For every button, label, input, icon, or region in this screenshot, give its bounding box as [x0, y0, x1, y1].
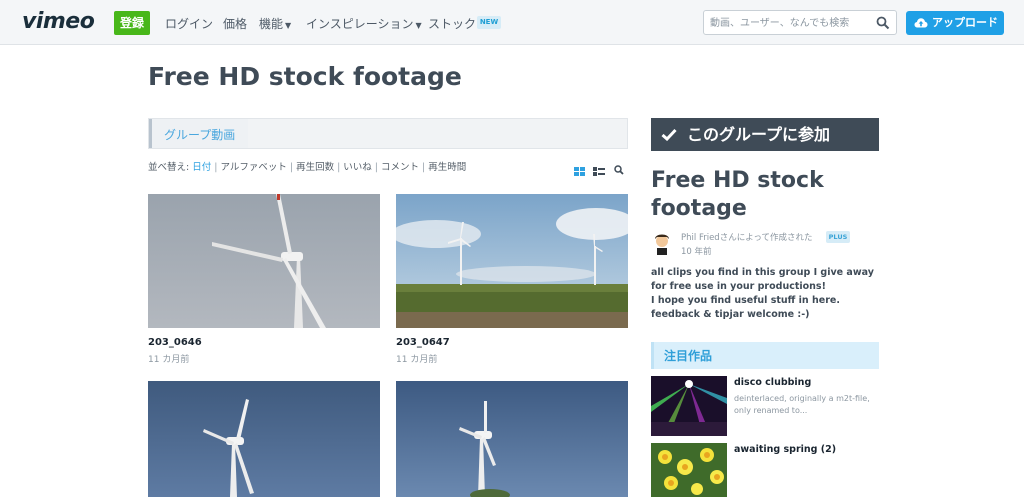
group-description: all clips you find in this group I give … — [651, 267, 874, 320]
join-group-button[interactable]: このグループに参加 — [651, 118, 879, 151]
creator-text[interactable]: Phil Friedさんによって作成された — [681, 231, 813, 243]
nav-pricing[interactable]: 価格 — [223, 15, 247, 32]
disco-lights-image — [651, 376, 727, 436]
page-title: Free HD stock footage — [148, 62, 462, 91]
new-badge: NEW — [477, 16, 501, 29]
plus-badge: PLUS — [826, 231, 850, 243]
clip-title[interactable]: 203_0646 — [148, 337, 202, 348]
join-button[interactable]: 登録 — [114, 11, 150, 35]
clip-thumbnail[interactable] — [396, 381, 628, 497]
search-icon[interactable] — [876, 16, 890, 30]
vimeo-logo[interactable]: vimeo — [22, 9, 95, 34]
checkmark-icon — [661, 128, 677, 141]
nav-inspiration[interactable]: インスピレーション ▼ — [306, 15, 422, 32]
wind-turbine-image — [148, 381, 380, 497]
clip-thumbnail[interactable] — [396, 194, 628, 328]
sort-alphabet[interactable]: アルファベット — [220, 162, 286, 173]
tab-group-videos[interactable]: グループ動画 — [149, 119, 248, 148]
cloud-upload-icon — [914, 18, 928, 28]
clip-age: 11 カ月前 — [148, 355, 190, 365]
search-box[interactable] — [703, 10, 897, 35]
chevron-down-icon: ▼ — [415, 21, 422, 30]
grid-view-icon[interactable] — [574, 167, 585, 176]
featured-works-header: 注目作品 — [651, 342, 879, 369]
featured-title[interactable]: disco clubbing — [734, 377, 811, 388]
chevron-down-icon: ▼ — [285, 21, 292, 30]
detail-view-icon[interactable] — [593, 167, 605, 176]
creator-avatar[interactable] — [651, 231, 673, 255]
upload-button[interactable]: アップロード — [906, 11, 1004, 35]
sort-plays[interactable]: 再生回数 — [296, 162, 334, 173]
nav-features[interactable]: 機能 ▼ — [259, 15, 291, 32]
sort-likes[interactable]: いいね — [343, 162, 372, 173]
group-title: Free HD stock footage — [651, 168, 824, 221]
wind-turbine-image — [148, 194, 380, 328]
search-icon[interactable] — [614, 165, 624, 175]
sort-prefix: 並べ替え: — [148, 162, 190, 173]
clip-thumbnail[interactable] — [148, 194, 380, 328]
featured-description: deinterlaced, originally a m2t-file, onl… — [734, 394, 870, 415]
nav-login[interactable]: ログイン — [165, 15, 213, 32]
sort-options: 並べ替え: 日付 | アルファベット | 再生回数 | いいね | コメント | 再生時間 — [148, 162, 467, 173]
wind-turbine-image — [396, 381, 628, 497]
wind-farm-field-image — [396, 194, 628, 328]
nav-stock[interactable]: ストック — [428, 15, 476, 32]
created-age: 10 年前 — [681, 247, 712, 257]
featured-thumbnail[interactable] — [651, 376, 727, 436]
sort-date[interactable]: 日付 — [192, 162, 211, 173]
featured-thumbnail[interactable] — [651, 443, 727, 497]
daffodils-image — [651, 443, 727, 497]
clip-title[interactable]: 203_0647 — [396, 337, 450, 348]
top-navigation-bar: vimeo 登録 ログイン 価格 機能 ▼ インスピレーション ▼ ストック NEW… — [0, 0, 1024, 45]
sort-comments[interactable]: コメント — [381, 162, 419, 173]
clip-thumbnail[interactable] — [148, 381, 380, 497]
view-toggle — [574, 164, 634, 183]
clip-age: 11 カ月前 — [396, 355, 438, 365]
featured-title[interactable]: awaiting spring (2) — [734, 444, 836, 455]
sort-duration[interactable]: 再生時間 — [428, 162, 466, 173]
search-input[interactable] — [710, 15, 875, 31]
tab-bar: グループ動画 — [148, 118, 628, 149]
